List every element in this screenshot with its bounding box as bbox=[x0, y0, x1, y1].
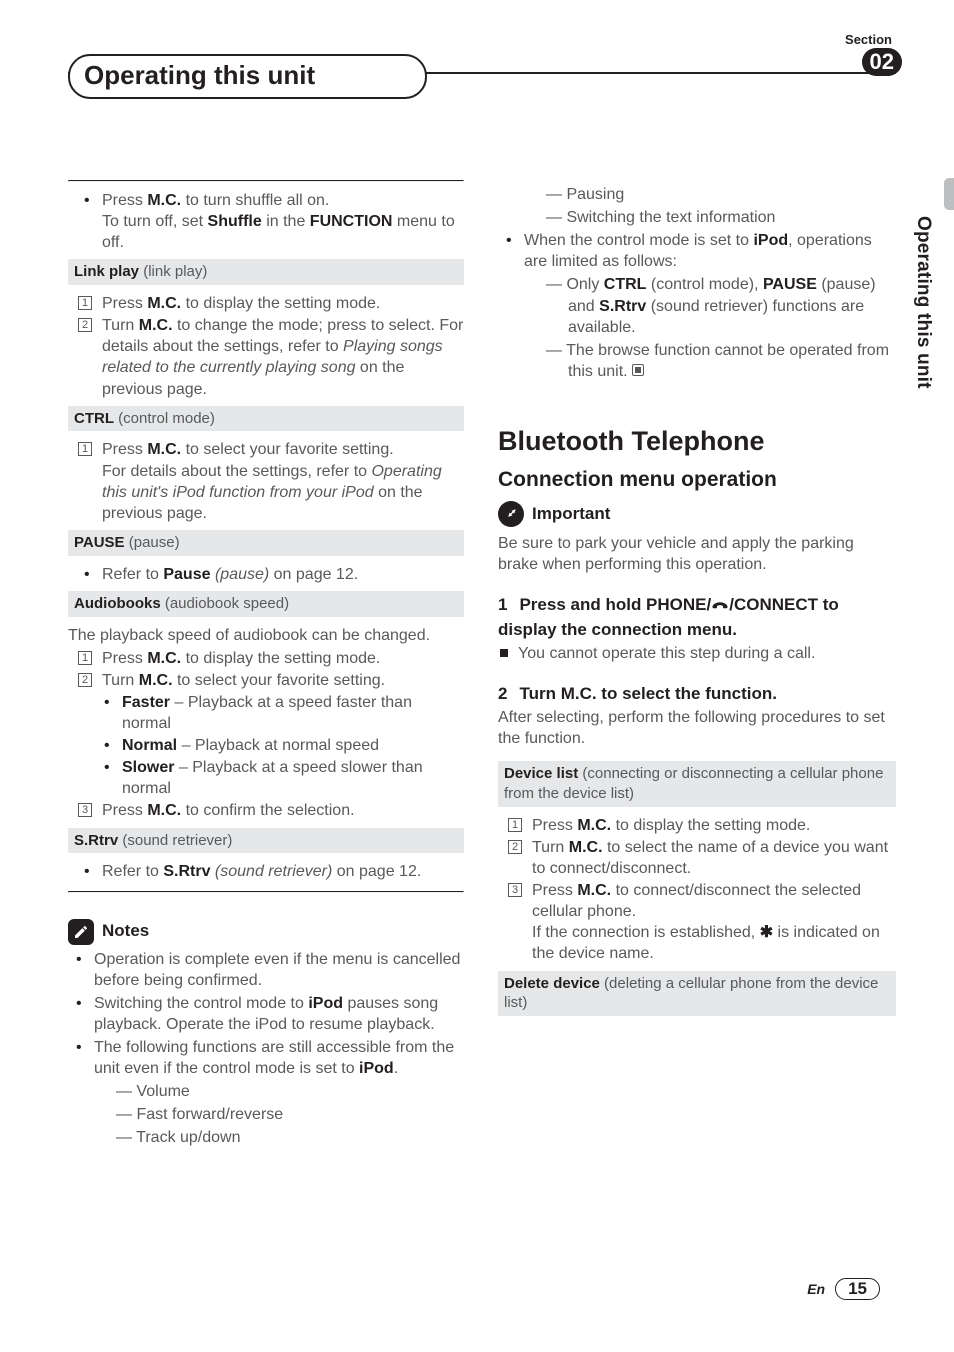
setting-header-delete-device: Delete device (deleting a cellular phone… bbox=[498, 971, 896, 1017]
audio-opt-normal: Normal – Playback at normal speed bbox=[122, 735, 464, 756]
ipod-limit-2: — The browse function cannot be operated… bbox=[546, 340, 896, 382]
audio-step-1: 1Press M.C. to display the setting mode. bbox=[102, 648, 464, 669]
section-label: Section bbox=[845, 32, 892, 47]
pause-reference: Refer to Pause (pause) on page 12. bbox=[102, 564, 464, 585]
stop-icon bbox=[632, 364, 644, 376]
step-1: 1Press and hold PHONE//CONNECT to displa… bbox=[498, 594, 896, 642]
note-3-track: — Track up/down bbox=[116, 1127, 464, 1148]
important-heading: Important bbox=[498, 501, 896, 527]
divider bbox=[68, 180, 464, 182]
phone-icon bbox=[711, 597, 729, 619]
chapter-title-pill: Operating this unit bbox=[68, 54, 427, 99]
audio-step-2: 2Turn M.C. to select your favorite setti… bbox=[102, 670, 464, 691]
devlist-step-1: 1Press M.C. to display the setting mode. bbox=[532, 815, 896, 836]
shuffle-instruction: Press M.C. to turn shuffle all on. To tu… bbox=[102, 190, 464, 253]
section-number-pill: 02 bbox=[862, 48, 902, 76]
ipod-limits: When the control mode is set to iPod, op… bbox=[524, 230, 896, 382]
divider bbox=[68, 891, 464, 893]
audio-opt-faster: Faster – Playback at a speed faster than… bbox=[122, 692, 464, 734]
language-label: En bbox=[807, 1281, 825, 1297]
important-icon bbox=[498, 501, 524, 527]
step-1-note: You cannot operate this step during a ca… bbox=[498, 643, 896, 664]
setting-header-ctrl: CTRL (control mode) bbox=[68, 406, 464, 432]
setting-header-srtrv: S.Rtrv (sound retriever) bbox=[68, 828, 464, 854]
setting-header-device-list: Device list (connecting or disconnecting… bbox=[498, 761, 896, 807]
notes-heading: Notes bbox=[68, 919, 464, 945]
left-column: Press M.C. to turn shuffle all on. To tu… bbox=[68, 180, 464, 1150]
bluetooth-heading: Bluetooth Telephone bbox=[498, 424, 896, 460]
note-1: Operation is complete even if the menu i… bbox=[94, 949, 464, 991]
note-3-pausing: — Pausing bbox=[546, 184, 896, 205]
page-number-pill: 15 bbox=[835, 1278, 880, 1300]
note-3-ffrev: — Fast forward/reverse bbox=[116, 1104, 464, 1125]
side-tab-label: Operating this unit bbox=[912, 216, 934, 389]
srtrv-reference: Refer to S.Rtrv (sound retriever) on pag… bbox=[102, 861, 464, 882]
link-play-step-1: 1Press M.C. to display the setting mode. bbox=[102, 293, 464, 314]
connection-menu-heading: Connection menu operation bbox=[498, 466, 896, 494]
side-tab-indicator bbox=[944, 178, 954, 210]
note-3-textinfo: — Switching the text information bbox=[546, 207, 896, 228]
audio-step-3: 3Press M.C. to confirm the selection. bbox=[102, 800, 464, 821]
audio-opt-slower: Slower – Playback at a speed slower than… bbox=[122, 757, 464, 799]
note-3-volume: — Volume bbox=[116, 1081, 464, 1102]
ipod-limit-1: — Only CTRL (control mode), PAUSE (pause… bbox=[546, 274, 896, 337]
devlist-step-2: 2Turn M.C. to select the name of a devic… bbox=[532, 837, 896, 879]
square-bullet-icon bbox=[500, 649, 508, 657]
page-header: Section 02 Operating this unit bbox=[68, 40, 896, 100]
ctrl-step-1: 1Press M.C. to select your favorite sett… bbox=[102, 439, 464, 523]
audiobook-intro: The playback speed of audiobook can be c… bbox=[68, 625, 464, 646]
setting-header-link-play: Link play (link play) bbox=[68, 259, 464, 285]
step-2-body: After selecting, perform the following p… bbox=[498, 707, 896, 749]
page-footer: En 15 bbox=[807, 1278, 880, 1300]
note-3: The following functions are still access… bbox=[94, 1037, 464, 1149]
right-column: — Pausing — Switching the text informati… bbox=[498, 180, 896, 1150]
step-2: 2Turn M.C. to select the function. bbox=[498, 683, 896, 705]
setting-header-audiobooks: Audiobooks (audiobook speed) bbox=[68, 591, 464, 617]
pencil-icon bbox=[68, 919, 94, 945]
setting-header-pause: PAUSE (pause) bbox=[68, 530, 464, 556]
link-play-step-2: 2Turn M.C. to change the mode; press to … bbox=[102, 315, 464, 399]
important-text: Be sure to park your vehicle and apply t… bbox=[498, 533, 896, 575]
note-2: Switching the control mode to iPod pause… bbox=[94, 993, 464, 1035]
devlist-step-3: 3Press M.C. to connect/disconnect the se… bbox=[532, 880, 896, 964]
